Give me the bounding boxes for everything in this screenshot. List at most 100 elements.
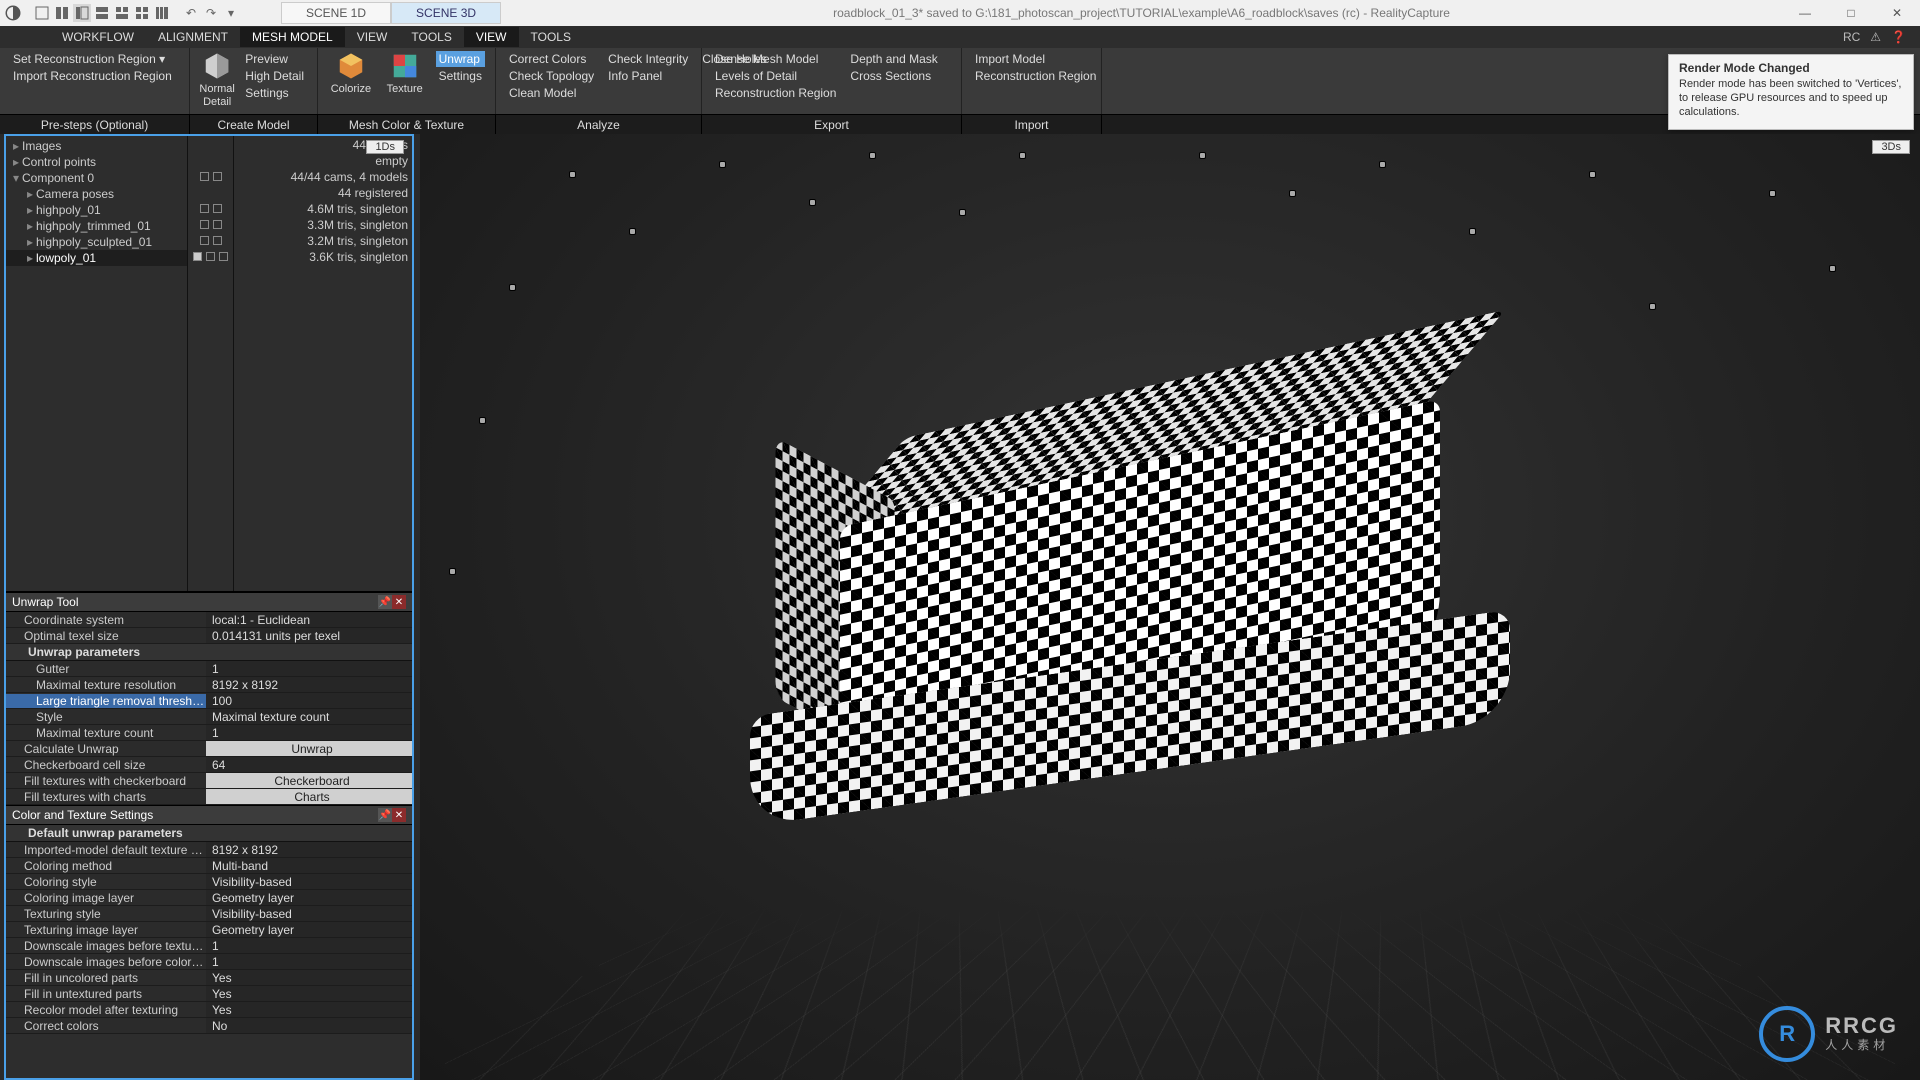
downscale-tex-value[interactable]: 1 [206,938,412,953]
correct-colors-value[interactable]: No [206,1018,412,1033]
check-topology[interactable]: Check Topology [506,68,597,84]
max-tex-count-value[interactable]: 1 [206,725,412,740]
preview[interactable]: Preview [242,51,307,67]
checkerboard-button[interactable]: Checkerboard [206,773,412,788]
vis-lowpoly-01[interactable] [188,248,233,264]
tab-scene-1d[interactable]: SCENE 1D [281,2,391,24]
scene-tabs: SCENE 1D SCENE 3D [281,2,501,24]
group-meshcolor: Mesh Color & Texture [318,115,496,134]
vis-component-0[interactable] [188,168,233,184]
fill-uncolored-label: Fill in uncolored parts [6,971,206,985]
unwrap[interactable]: Unwrap [436,51,485,67]
left-panel: 1Ds ▸Images ▸Control points ▾Component 0… [4,134,414,1080]
dropdown-icon[interactable]: ▾ [222,4,240,22]
downscale-col-value[interactable]: 1 [206,954,412,969]
fill-untextured-value[interactable]: Yes [206,986,412,1001]
badge-1ds[interactable]: 1Ds [366,140,404,154]
vis-highpoly-sculpted[interactable] [188,232,233,248]
layout-1-icon[interactable] [33,4,51,22]
tab-scene-3d[interactable]: SCENE 3D [391,2,501,24]
export-recon-region[interactable]: Reconstruction Region [712,85,839,101]
maximize-button[interactable]: □ [1828,0,1874,26]
menu-view-1[interactable]: VIEW [345,27,400,47]
coloring-layer-value[interactable]: Geometry layer [206,890,412,905]
layout-7-icon[interactable] [153,4,171,22]
watermark-text: RRCG [1825,1016,1898,1036]
fill-uncolored-value[interactable]: Yes [206,970,412,985]
undo-icon[interactable]: ↶ [182,4,200,22]
create-settings[interactable]: Settings [242,85,307,101]
pin-icon-2[interactable]: 📌 [378,808,392,822]
pin-icon[interactable]: 📌 [378,595,392,609]
tree-camera-poses[interactable]: ▸Camera poses [6,186,187,202]
high-detail[interactable]: High Detail [242,68,307,84]
import-recon-region-2[interactable]: Reconstruction Region [972,68,1099,84]
clean-model[interactable]: Clean Model [506,85,597,101]
gutter-value[interactable]: 1 [206,661,412,676]
close-icon[interactable]: ✕ [392,595,406,609]
tree-highpoly-sculpted[interactable]: ▸highpoly_sculpted_01 [6,234,187,250]
check-integrity[interactable]: Check Integrity [605,51,691,67]
menu-workflow[interactable]: WORKFLOW [50,27,146,47]
levels-of-detail[interactable]: Levels of Detail [712,68,839,84]
tree-lowpoly-01[interactable]: ▸lowpoly_01 [6,250,187,266]
optimal-texel-value[interactable]: 0.014131 units per texel [206,628,412,643]
correct-colors[interactable]: Correct Colors [506,51,597,67]
texturing-layer-value[interactable]: Geometry layer [206,922,412,937]
recolor-value[interactable]: Yes [206,1002,412,1017]
window-controls: — □ ✕ [1782,0,1920,26]
close-button[interactable]: ✕ [1874,0,1920,26]
import-model[interactable]: Import Model [972,51,1099,67]
menu-mesh-model[interactable]: MESH MODEL [240,27,345,47]
max-tex-res-value[interactable]: 8192 x 8192 [206,677,412,692]
unwrap-button[interactable]: Unwrap [206,741,412,756]
vis-highpoly-trimmed[interactable] [188,216,233,232]
set-recon-region[interactable]: Set Reconstruction Region ▾ [10,51,175,67]
minimize-button[interactable]: — [1782,0,1828,26]
style-label: Style [6,710,206,724]
colorize[interactable]: Colorize [324,51,378,96]
warning-icon[interactable]: ⚠ [1870,30,1881,44]
tree-control-points[interactable]: ▸Control points [6,154,187,170]
meshcolor-settings[interactable]: Settings [436,68,485,84]
texture[interactable]: Texture [378,51,432,96]
menu-alignment[interactable]: ALIGNMENT [146,27,240,47]
imp-tex-value[interactable]: 8192 x 8192 [206,842,412,857]
tree-highpoly-trimmed[interactable]: ▸highpoly_trimmed_01 [6,218,187,234]
help-icon[interactable]: ❓ [1891,30,1906,44]
style-value[interactable]: Maximal texture count [206,709,412,724]
cross-sections[interactable]: Cross Sections [847,68,940,84]
toast-render-mode[interactable]: Render Mode Changed Render mode has been… [1668,54,1914,130]
layout-3-icon[interactable] [73,4,91,22]
tree-component-0[interactable]: ▾Component 0 [6,170,187,186]
charts-button[interactable]: Charts [206,789,412,804]
layout-switcher[interactable]: ↶ ↷ ▾ [32,4,241,22]
info-hptrim: 3.3M tris, singleton [234,218,408,234]
redo-icon[interactable]: ↷ [202,4,220,22]
dense-mesh-model[interactable]: Dense Mesh Model [712,51,839,67]
depth-and-mask[interactable]: Depth and Mask [847,51,940,67]
close-icon-2[interactable]: ✕ [392,808,406,822]
downscale-tex-label: Downscale images before texturing [6,939,206,953]
layout-4-icon[interactable] [93,4,111,22]
coord-system-value[interactable]: local:1 - Euclidean [206,612,412,627]
menu-view-2[interactable]: VIEW [464,27,519,47]
import-recon-region[interactable]: Import Reconstruction Region [10,68,175,84]
menu-tools-2[interactable]: TOOLS [519,27,583,47]
normal-detail[interactable]: Normal Detail [196,51,238,109]
viewport-3d[interactable]: 3Ds R RRCG 人人素材 [420,134,1920,1080]
large-tri-value[interactable]: 100 [206,693,412,708]
checker-size-value[interactable]: 64 [206,757,412,772]
coloring-style-value[interactable]: Visibility-based [206,874,412,889]
layout-5-icon[interactable] [113,4,131,22]
main-menu: WORKFLOW ALIGNMENT MESH MODEL VIEW TOOLS… [0,26,1920,48]
coloring-method-value[interactable]: Multi-band [206,858,412,873]
info-panel[interactable]: Info Panel [605,68,691,84]
vis-highpoly-01[interactable] [188,200,233,216]
texturing-style-value[interactable]: Visibility-based [206,906,412,921]
tree-images[interactable]: ▸Images [6,138,187,154]
layout-2-icon[interactable] [53,4,71,22]
tree-highpoly-01[interactable]: ▸highpoly_01 [6,202,187,218]
layout-6-icon[interactable] [133,4,151,22]
menu-tools-1[interactable]: TOOLS [399,27,463,47]
